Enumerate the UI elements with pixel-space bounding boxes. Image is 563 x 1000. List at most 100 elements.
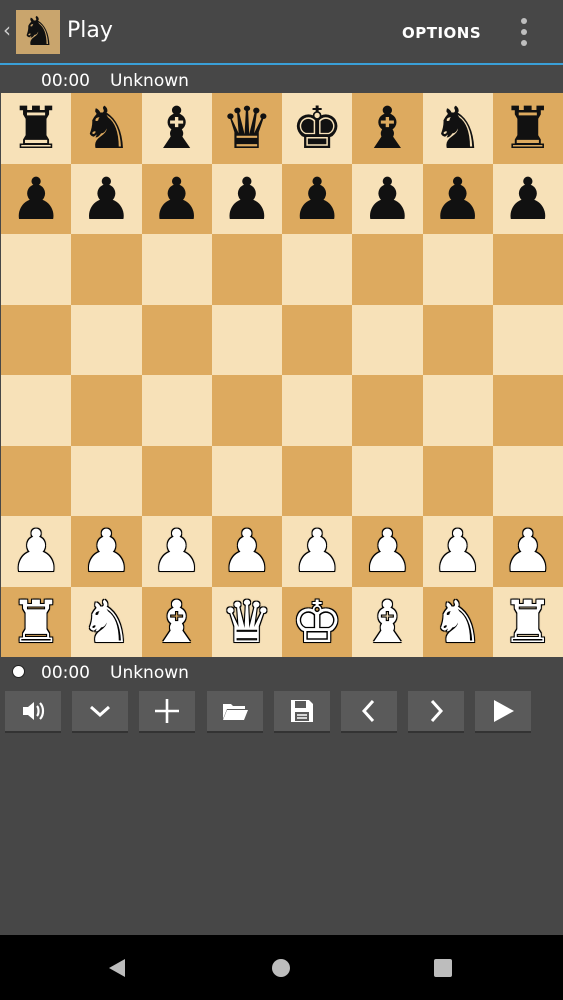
square-a6[interactable]	[1, 234, 72, 305]
square-f2[interactable]: ♟	[352, 516, 423, 587]
square-f1[interactable]: ♝	[352, 586, 423, 657]
sound-button[interactable]	[5, 691, 61, 733]
next-move-button[interactable]	[408, 691, 464, 733]
square-e3[interactable]	[282, 445, 353, 516]
square-e1[interactable]: ♚	[282, 586, 353, 657]
square-b1[interactable]: ♞	[71, 586, 142, 657]
square-d8[interactable]: ♛	[211, 93, 282, 164]
white-bishop-icon[interactable]: ♝	[361, 593, 413, 651]
square-h3[interactable]	[492, 445, 563, 516]
square-h1[interactable]: ♜	[492, 586, 563, 657]
square-c4[interactable]	[141, 375, 212, 446]
square-g8[interactable]: ♞	[422, 93, 493, 164]
black-bishop-icon[interactable]: ♝	[361, 99, 413, 157]
square-a4[interactable]	[1, 375, 72, 446]
square-c7[interactable]: ♟	[141, 163, 212, 234]
square-a3[interactable]	[1, 445, 72, 516]
app-logo[interactable]: ♞	[16, 10, 60, 54]
square-e7[interactable]: ♟	[282, 163, 353, 234]
nav-recents-icon[interactable]	[432, 957, 454, 979]
white-king-icon[interactable]: ♚	[291, 593, 343, 651]
white-bishop-icon[interactable]: ♝	[151, 593, 203, 651]
square-f5[interactable]	[352, 304, 423, 375]
square-c5[interactable]	[141, 304, 212, 375]
black-pawn-icon[interactable]: ♟	[221, 170, 273, 228]
square-g5[interactable]	[422, 304, 493, 375]
square-b7[interactable]: ♟	[71, 163, 142, 234]
white-rook-icon[interactable]: ♜	[10, 593, 62, 651]
square-h8[interactable]: ♜	[492, 93, 563, 164]
square-a7[interactable]: ♟	[1, 163, 72, 234]
square-e4[interactable]	[282, 375, 353, 446]
black-pawn-icon[interactable]: ♟	[502, 170, 554, 228]
square-g6[interactable]	[422, 234, 493, 305]
square-a5[interactable]	[1, 304, 72, 375]
square-b3[interactable]	[71, 445, 142, 516]
square-e6[interactable]	[282, 234, 353, 305]
black-king-icon[interactable]: ♚	[291, 99, 343, 157]
white-rook-icon[interactable]: ♜	[502, 593, 554, 651]
square-d4[interactable]	[211, 375, 282, 446]
new-game-button[interactable]	[139, 691, 195, 733]
black-queen-icon[interactable]: ♛	[221, 99, 273, 157]
square-g7[interactable]: ♟	[422, 163, 493, 234]
square-h5[interactable]	[492, 304, 563, 375]
white-pawn-icon[interactable]: ♟	[361, 522, 413, 580]
square-b4[interactable]	[71, 375, 142, 446]
white-pawn-icon[interactable]: ♟	[80, 522, 132, 580]
square-d7[interactable]: ♟	[211, 163, 282, 234]
white-queen-icon[interactable]: ♛	[221, 593, 273, 651]
square-d6[interactable]	[211, 234, 282, 305]
white-pawn-icon[interactable]: ♟	[502, 522, 554, 580]
black-pawn-icon[interactable]: ♟	[432, 170, 484, 228]
square-f7[interactable]: ♟	[352, 163, 423, 234]
square-e5[interactable]	[282, 304, 353, 375]
square-g4[interactable]	[422, 375, 493, 446]
square-b6[interactable]	[71, 234, 142, 305]
square-b2[interactable]: ♟	[71, 516, 142, 587]
white-knight-icon[interactable]: ♞	[432, 593, 484, 651]
black-knight-icon[interactable]: ♞	[432, 99, 484, 157]
play-button[interactable]	[475, 691, 531, 733]
white-pawn-icon[interactable]: ♟	[151, 522, 203, 580]
square-g2[interactable]: ♟	[422, 516, 493, 587]
square-c8[interactable]: ♝	[141, 93, 212, 164]
black-rook-icon[interactable]: ♜	[502, 99, 554, 157]
square-h6[interactable]	[492, 234, 563, 305]
white-pawn-icon[interactable]: ♟	[291, 522, 343, 580]
white-pawn-icon[interactable]: ♟	[432, 522, 484, 580]
square-d1[interactable]: ♛	[211, 586, 282, 657]
black-pawn-icon[interactable]: ♟	[291, 170, 343, 228]
white-knight-icon[interactable]: ♞	[80, 593, 132, 651]
square-f6[interactable]	[352, 234, 423, 305]
overflow-menu-icon[interactable]	[514, 16, 534, 48]
square-d3[interactable]	[211, 445, 282, 516]
square-g1[interactable]: ♞	[422, 586, 493, 657]
square-g3[interactable]	[422, 445, 493, 516]
white-pawn-icon[interactable]: ♟	[10, 522, 62, 580]
square-e8[interactable]: ♚	[282, 93, 353, 164]
square-a8[interactable]: ♜	[1, 93, 72, 164]
square-h7[interactable]: ♟	[492, 163, 563, 234]
black-bishop-icon[interactable]: ♝	[151, 99, 203, 157]
black-rook-icon[interactable]: ♜	[10, 99, 62, 157]
save-button[interactable]	[274, 691, 330, 733]
back-chevron-icon[interactable]: ‹	[3, 18, 11, 42]
nav-back-icon[interactable]	[106, 957, 128, 979]
square-d2[interactable]: ♟	[211, 516, 282, 587]
black-pawn-icon[interactable]: ♟	[10, 170, 62, 228]
square-c1[interactable]: ♝	[141, 586, 212, 657]
square-c6[interactable]	[141, 234, 212, 305]
square-c3[interactable]	[141, 445, 212, 516]
nav-home-icon[interactable]	[270, 957, 292, 979]
black-pawn-icon[interactable]: ♟	[151, 170, 203, 228]
square-h4[interactable]	[492, 375, 563, 446]
square-h2[interactable]: ♟	[492, 516, 563, 587]
white-pawn-icon[interactable]: ♟	[221, 522, 273, 580]
square-b8[interactable]: ♞	[71, 93, 142, 164]
chess-board[interactable]: ♜ ♞ ♝ ♛ ♚ ♝ ♞ ♜ ♟ ♟ ♟ ♟ ♟ ♟ ♟ ♟ ♟ ♟ ♟ ♟ ♟ ♟ ♟ ♟ ♜ ♞ ♝ ♛ ♚ ♝ ♞ ♜	[1, 93, 563, 657]
square-b5[interactable]	[71, 304, 142, 375]
square-c2[interactable]: ♟	[141, 516, 212, 587]
black-knight-icon[interactable]: ♞	[80, 99, 132, 157]
square-f8[interactable]: ♝	[352, 93, 423, 164]
